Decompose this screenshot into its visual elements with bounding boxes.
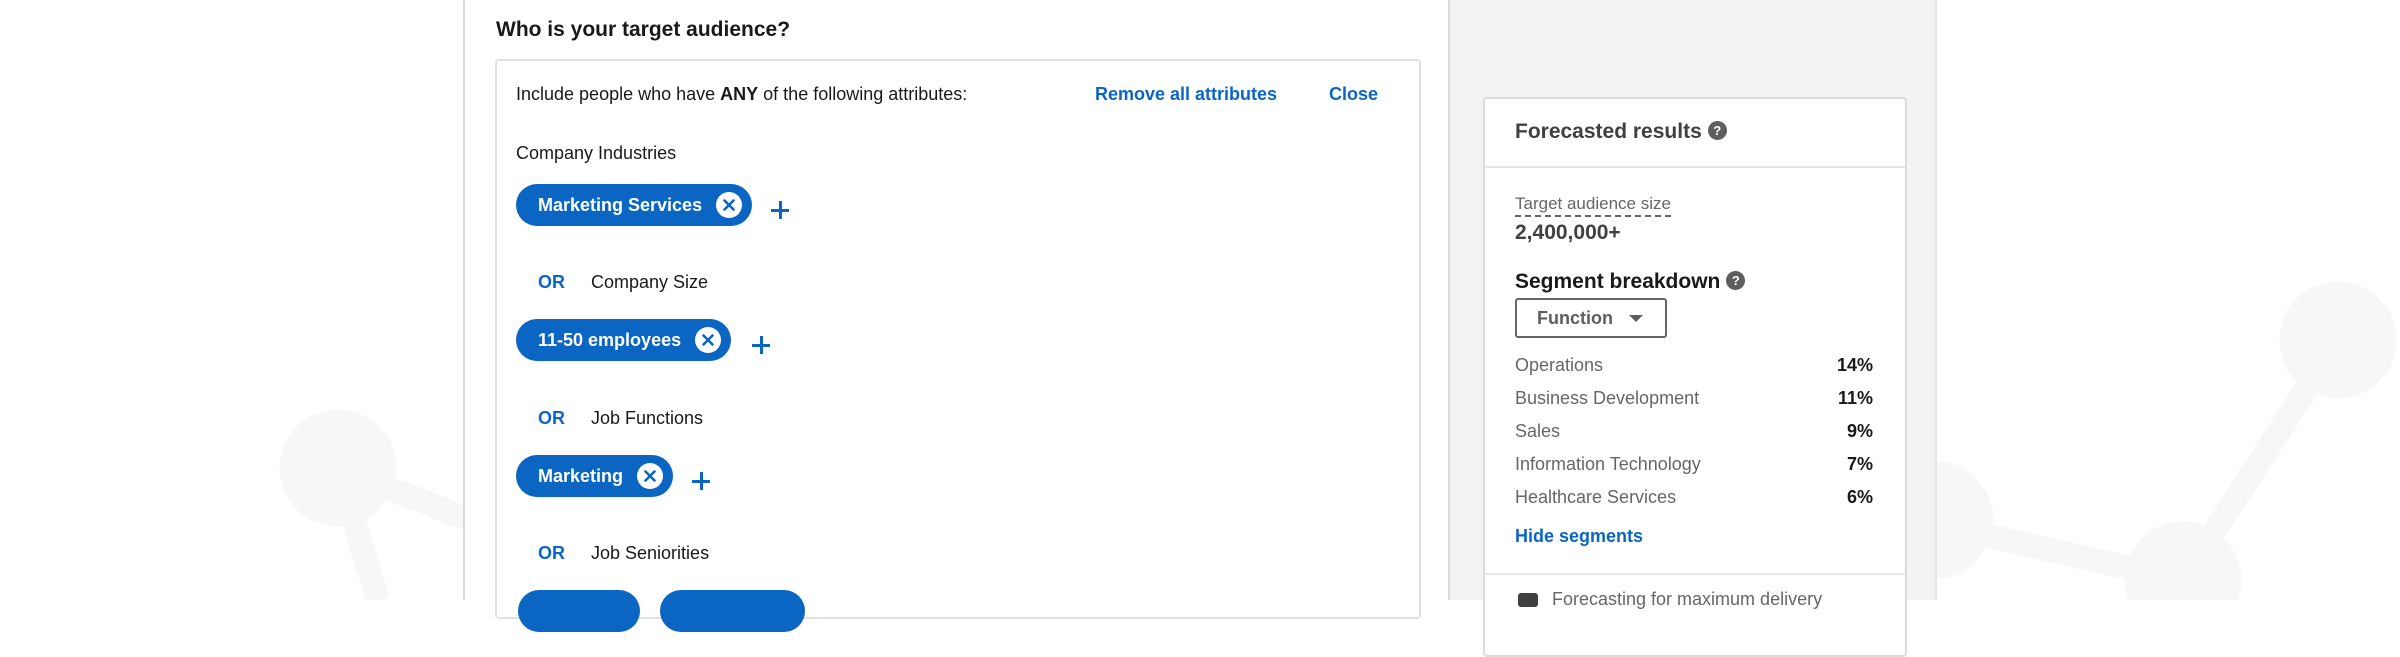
segment-name: Healthcare Services — [1515, 487, 1677, 507]
remove-chip-icon[interactable] — [695, 327, 722, 353]
caret-down-icon — [1628, 314, 1643, 322]
chip-job-seniority[interactable] — [518, 590, 640, 632]
question-circle-icon[interactable]: ? — [1707, 120, 1727, 140]
include-instruction: Include people who have ANY of the follo… — [516, 84, 967, 105]
include-prefix: Include people who have — [516, 84, 721, 104]
chip-job-seniority[interactable] — [660, 590, 805, 632]
segment-name: Business Development — [1515, 388, 1700, 408]
target-audience-size-label[interactable]: Target audience size — [1515, 194, 1671, 217]
info-badge-icon — [1518, 593, 1538, 608]
group-label-company-size: Company Size — [591, 272, 709, 292]
close-link[interactable]: Close — [1329, 84, 1378, 105]
segment-name: Sales — [1515, 421, 1561, 441]
segment-title-text: Segment breakdown — [1515, 270, 1721, 293]
or-operator: OR — [538, 543, 565, 563]
add-job-function-icon[interactable] — [692, 472, 710, 490]
or-operator: OR — [538, 272, 565, 292]
audience-heading: Who is your target audience? — [496, 18, 791, 41]
segment-name: Operations — [1515, 355, 1604, 375]
segment-row: Healthcare Services 6% — [1515, 487, 1873, 508]
forecast-footer-divider — [1485, 573, 1905, 575]
segment-row: Sales 9% — [1515, 421, 1873, 442]
chip-label: Marketing — [538, 465, 624, 486]
segment-dropdown[interactable]: Function — [1515, 298, 1667, 338]
add-company-industry-icon[interactable] — [771, 201, 789, 219]
remove-chip-icon[interactable] — [716, 192, 743, 218]
chip-marketing-services[interactable]: Marketing Services — [516, 184, 753, 226]
chip-label: Marketing Services — [538, 194, 703, 215]
forecast-title: Forecasted results? — [1515, 120, 1727, 144]
segment-pct: 14% — [1836, 355, 1873, 375]
segment-row: Operations 14% — [1515, 355, 1873, 376]
hide-segments-link[interactable]: Hide segments — [1515, 526, 1643, 547]
segment-row: Information Technology 7% — [1515, 454, 1873, 475]
segment-breakdown-title: Segment breakdown? — [1515, 270, 1746, 294]
forecast-header-divider — [1485, 166, 1905, 168]
segment-name: Information Technology — [1515, 454, 1701, 474]
chip-11-50-employees[interactable]: 11-50 employees — [516, 319, 732, 361]
segment-pct: 6% — [1846, 487, 1873, 507]
forecast-title-text: Forecasted results — [1515, 120, 1702, 143]
include-suffix: of the following attributes: — [758, 84, 968, 104]
add-company-size-icon[interactable] — [752, 336, 770, 354]
question-circle-icon[interactable]: ? — [1726, 270, 1746, 290]
remove-chip-icon[interactable] — [637, 463, 664, 489]
segment-row: Business Development 11% — [1515, 388, 1873, 409]
remove-all-attributes-link[interactable]: Remove all attributes — [1095, 84, 1277, 105]
segment-dropdown-value: Function — [1537, 307, 1613, 328]
group-label-job-seniorities: Job Seniorities — [591, 543, 710, 563]
include-emphasis: ANY — [720, 84, 759, 104]
segment-pct: 11% — [1837, 388, 1873, 408]
group-label-company-industries: Company Industries — [516, 143, 677, 163]
chip-label: 11-50 employees — [538, 329, 682, 350]
group-label-job-functions: Job Functions — [591, 408, 704, 428]
segment-pct: 9% — [1846, 421, 1873, 441]
target-audience-size-value: 2,400,000+ — [1515, 221, 1621, 244]
segment-pct: 7% — [1846, 454, 1873, 474]
chip-marketing[interactable]: Marketing — [516, 455, 674, 497]
or-operator: OR — [538, 408, 565, 428]
forecast-note-text: Forecasting for maximum delivery — [1552, 589, 1823, 609]
